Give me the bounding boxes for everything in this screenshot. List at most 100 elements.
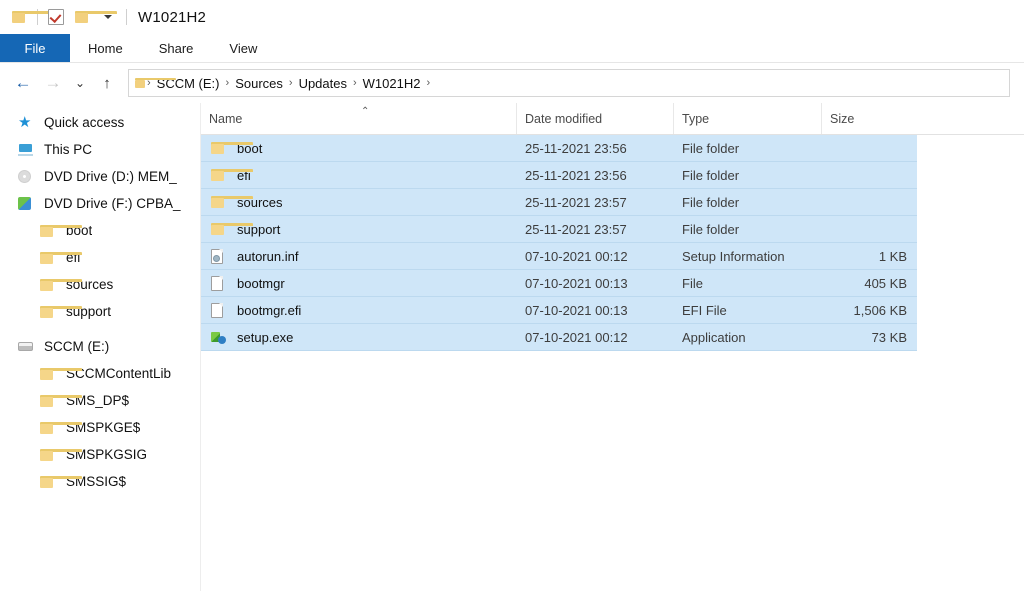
- sidebar-item-boot[interactable]: boot: [0, 217, 200, 244]
- table-row[interactable]: bootmgr 07-10-2021 00:13 File 405 KB: [201, 270, 917, 297]
- breadcrumb-item-2[interactable]: Updates: [294, 76, 352, 91]
- file-type-cell: File folder: [682, 221, 740, 237]
- file-name-cell[interactable]: efi: [201, 162, 516, 189]
- sidebar-item-sccmcontentlib[interactable]: SCCMContentLib: [0, 360, 200, 387]
- star-icon: ★: [18, 114, 32, 131]
- sidebar-item-support[interactable]: support: [0, 298, 200, 325]
- sidebar-item-smssig[interactable]: SMSSIG$: [0, 468, 200, 495]
- file-name-cell[interactable]: sources: [201, 189, 516, 216]
- table-row[interactable]: sources 25-11-2021 23:57 File folder: [201, 189, 917, 216]
- dvd-drive-icon: [18, 170, 38, 183]
- column-header-date-modified[interactable]: Date modified: [516, 103, 673, 134]
- navigation-pane: ★ Quick access This PC DVD Drive (D:) MEM_ D…: [0, 103, 201, 591]
- recent-locations-button[interactable]: ⌄: [68, 69, 92, 97]
- file-size-cell: 73 KB: [871, 329, 907, 345]
- folder-icon: [40, 251, 82, 264]
- quick-access-toolbar: [6, 4, 132, 30]
- folder-icon: [40, 475, 82, 488]
- file-name-label: setup.exe: [237, 329, 294, 345]
- sidebar-item-smspkgsig[interactable]: SMSPKGSIG: [0, 441, 200, 468]
- file-type-cell: File folder: [682, 140, 740, 156]
- column-header-type[interactable]: Type: [673, 103, 821, 134]
- setup-information-icon: [211, 248, 231, 264]
- chevron-down-icon[interactable]: [95, 4, 121, 30]
- column-header-name[interactable]: Name ⌃: [201, 103, 516, 134]
- up-button[interactable]: ↑: [92, 69, 122, 97]
- table-row[interactable]: support 25-11-2021 23:57 File folder: [201, 216, 917, 243]
- file-name-label: bootmgr.efi: [237, 302, 302, 318]
- folder-icon: [211, 223, 253, 235]
- generic-file-icon: [211, 302, 231, 318]
- file-size-cell: [821, 189, 917, 216]
- folder-icon[interactable]: [6, 4, 54, 30]
- sidebar-item-label: DVD Drive (D:) MEM_: [44, 169, 177, 184]
- breadcrumb-separator-4[interactable]: ›: [425, 77, 431, 89]
- sidebar-item-this-pc[interactable]: This PC: [0, 136, 200, 163]
- tab-file[interactable]: File: [0, 34, 70, 62]
- file-size-cell: [821, 135, 917, 162]
- back-button[interactable]: ←: [8, 69, 38, 97]
- folder-icon: [211, 196, 253, 208]
- breadcrumb-folder-icon: [135, 78, 176, 88]
- sidebar-item-label: Quick access: [44, 115, 125, 130]
- file-size-cell: [821, 162, 917, 189]
- table-row[interactable]: setup.exe 07-10-2021 00:12 Application 73 K…: [201, 324, 917, 351]
- folder-icon: [40, 394, 82, 407]
- tab-share[interactable]: Share: [141, 34, 212, 62]
- sidebar-item-sccm-e[interactable]: SCCM (E:): [0, 333, 200, 360]
- generic-file-icon: [211, 275, 231, 291]
- file-name-cell[interactable]: support: [201, 216, 516, 243]
- table-row[interactable]: bootmgr.efi 07-10-2021 00:13 EFI File 1,506…: [201, 297, 917, 324]
- folder-icon: [40, 278, 82, 291]
- address-bar: ← → ⌄ ↑ › SCCM (E:) › Sources › Updates …: [0, 63, 1024, 103]
- nav-group-gap: [0, 325, 200, 333]
- sort-ascending-icon: ⌃: [361, 106, 370, 117]
- sidebar-item-quick-access[interactable]: ★ Quick access: [0, 109, 200, 136]
- column-headers: Name ⌃ Date modified Type Size: [201, 103, 1024, 135]
- sidebar-item-smspkge[interactable]: SMSPKGE$: [0, 414, 200, 441]
- hard-drive-icon: [18, 342, 38, 351]
- table-row[interactable]: autorun.inf 07-10-2021 00:12 Setup Informa…: [201, 243, 917, 270]
- sidebar-item-dvd-drive-d-mem[interactable]: DVD Drive (D:) MEM_: [0, 163, 200, 190]
- sidebar-item-efi[interactable]: efi: [0, 244, 200, 271]
- file-name-cell[interactable]: bootmgr.efi: [201, 297, 516, 324]
- breadcrumb-item-1[interactable]: Sources: [230, 76, 288, 91]
- table-row[interactable]: efi 25-11-2021 23:56 File folder: [201, 162, 917, 189]
- file-date-cell: 07-10-2021 00:12: [525, 248, 628, 264]
- sidebar-item-label: SCCM (E:): [44, 339, 110, 354]
- table-row[interactable]: boot 25-11-2021 23:56 File folder: [201, 135, 917, 162]
- sidebar-item-label: DVD Drive (F:) CPBA_: [44, 196, 181, 211]
- file-type-cell: File folder: [682, 194, 740, 210]
- file-date-cell: 25-11-2021 23:57: [525, 194, 627, 210]
- file-name-cell[interactable]: bootmgr: [201, 270, 516, 297]
- new-folder-icon[interactable]: [69, 4, 117, 30]
- file-type-cell: File folder: [682, 167, 740, 183]
- file-date-cell: 25-11-2021 23:56: [525, 167, 627, 183]
- file-date-cell: 25-11-2021 23:56: [525, 140, 627, 156]
- folder-icon: [40, 224, 82, 237]
- file-type-cell: File: [682, 275, 703, 291]
- file-rows: boot 25-11-2021 23:56 File folder efi 25-11-…: [201, 135, 1024, 591]
- sidebar-item-sms-dp[interactable]: SMS_DP$: [0, 387, 200, 414]
- tab-view[interactable]: View: [211, 34, 275, 62]
- this-pc-icon: [18, 143, 38, 156]
- file-name-label: bootmgr: [237, 275, 285, 291]
- file-name-cell[interactable]: setup.exe: [201, 324, 516, 351]
- file-size-cell: [821, 216, 917, 243]
- file-name-cell[interactable]: autorun.inf: [201, 243, 516, 270]
- ribbon-tabs: File Home Share View: [0, 34, 1024, 63]
- sidebar-item-sources[interactable]: sources: [0, 271, 200, 298]
- properties-icon[interactable]: [43, 4, 69, 30]
- sidebar-item-dvd-drive-f-cpba[interactable]: DVD Drive (F:) CPBA_: [0, 190, 200, 217]
- file-size-cell: 1,506 KB: [853, 302, 908, 318]
- forward-button[interactable]: →: [38, 69, 68, 97]
- title-bar: W1021H2: [0, 0, 1024, 34]
- breadcrumb[interactable]: › SCCM (E:) › Sources › Updates › W1021H…: [128, 69, 1010, 97]
- file-list-pane: Name ⌃ Date modified Type Size boot 25-11…: [201, 103, 1024, 591]
- file-size-cell: 1 KB: [878, 248, 907, 264]
- tab-home[interactable]: Home: [70, 34, 141, 62]
- column-header-size[interactable]: Size: [821, 103, 921, 134]
- breadcrumb-item-3[interactable]: W1021H2: [358, 76, 426, 91]
- sidebar-item-label: This PC: [44, 142, 93, 157]
- file-name-cell[interactable]: boot: [201, 135, 516, 162]
